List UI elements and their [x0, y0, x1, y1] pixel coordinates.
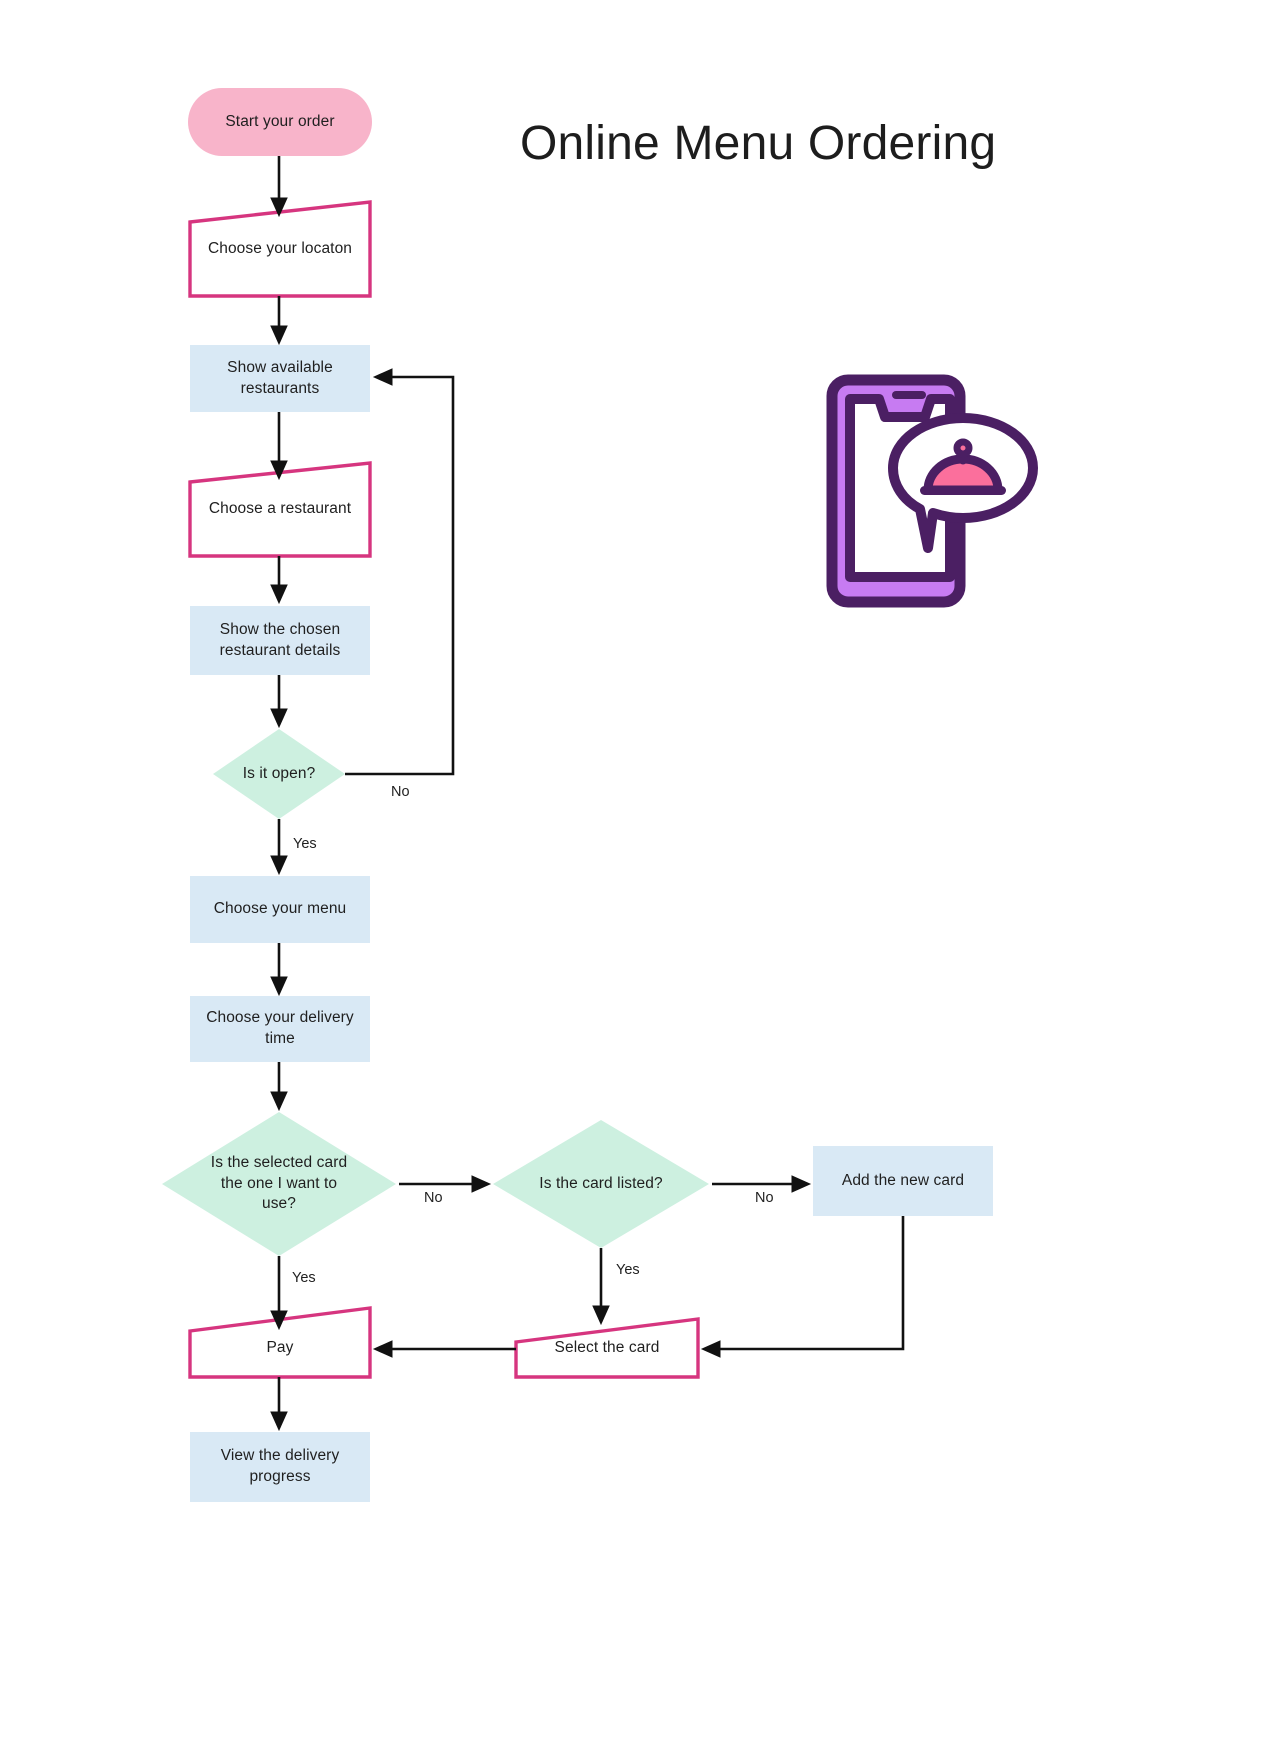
- page-title: Online Menu Ordering: [520, 117, 997, 170]
- node-select-card[interactable]: Select the card: [516, 1319, 698, 1377]
- arrow-add-card-to-select-card: [700, 1216, 905, 1358]
- node-choose-menu-label: Choose your menu: [213, 900, 347, 918]
- node-show-restaurants[interactable]: Show available restaurants: [190, 345, 370, 412]
- food-cloche-base: [920, 486, 1006, 495]
- node-choose-restaurant[interactable]: Choose a restaurant: [190, 463, 370, 556]
- node-pay-label: Pay: [266, 1339, 294, 1357]
- edge-label-card-listed-yes: Yes: [616, 1262, 640, 1278]
- node-add-card-label: Add the new card: [841, 1171, 965, 1189]
- flowchart-canvas: Online Menu Ordering Start your order Ch…: [0, 0, 1282, 1756]
- arrow-is-open-no-loop: [345, 368, 455, 776]
- edge-label-card-listed-no: No: [755, 1190, 774, 1206]
- node-delivery-time-label: Choose your delivery time: [206, 1009, 354, 1047]
- node-choose-menu[interactable]: Choose your menu: [190, 876, 370, 943]
- node-show-restaurant-details[interactable]: Show the chosen restaurant details: [190, 606, 370, 675]
- node-is-open-label: Is it open?: [242, 764, 316, 782]
- node-show-restaurants-label: Show available restaurants: [227, 358, 333, 397]
- smartphone-food-order-icon: [824, 372, 1042, 610]
- node-select-card-label: Select the card: [554, 1338, 660, 1356]
- node-card-listed-label: Is the card listed?: [539, 1174, 663, 1192]
- node-view-progress-label: View the delivery progress: [220, 1447, 340, 1485]
- edge-label-card-check-no: No: [424, 1190, 443, 1206]
- edge-label-card-check-yes: Yes: [292, 1270, 316, 1286]
- node-card-check-label: Is the selected card the one I want to u…: [210, 1153, 348, 1213]
- node-is-open[interactable]: Is it open?: [199, 752, 359, 796]
- edge-label-is-open-yes: Yes: [293, 836, 317, 852]
- edge-label-is-open-no: No: [391, 784, 410, 800]
- node-choose-restaurant-label: Choose a restaurant: [208, 500, 352, 518]
- node-view-progress[interactable]: View the delivery progress: [190, 1432, 370, 1502]
- node-pay[interactable]: Pay: [190, 1320, 370, 1377]
- food-cloche-knob-top: [953, 438, 973, 458]
- node-start[interactable]: Start your order: [188, 88, 372, 156]
- node-card-check[interactable]: Is the selected card the one I want to u…: [194, 1148, 364, 1220]
- phone-speaker: [892, 391, 926, 399]
- node-card-listed[interactable]: Is the card listed?: [526, 1156, 676, 1212]
- node-choose-location-label: Choose your locaton: [207, 239, 353, 257]
- node-add-card[interactable]: Add the new card: [813, 1146, 993, 1216]
- node-delivery-time[interactable]: Choose your delivery time: [190, 996, 370, 1062]
- node-choose-location[interactable]: Choose your locaton: [190, 202, 370, 296]
- node-start-label: Start your order: [225, 112, 335, 130]
- node-show-restaurant-details-label: Show the chosen restaurant details: [219, 620, 341, 659]
